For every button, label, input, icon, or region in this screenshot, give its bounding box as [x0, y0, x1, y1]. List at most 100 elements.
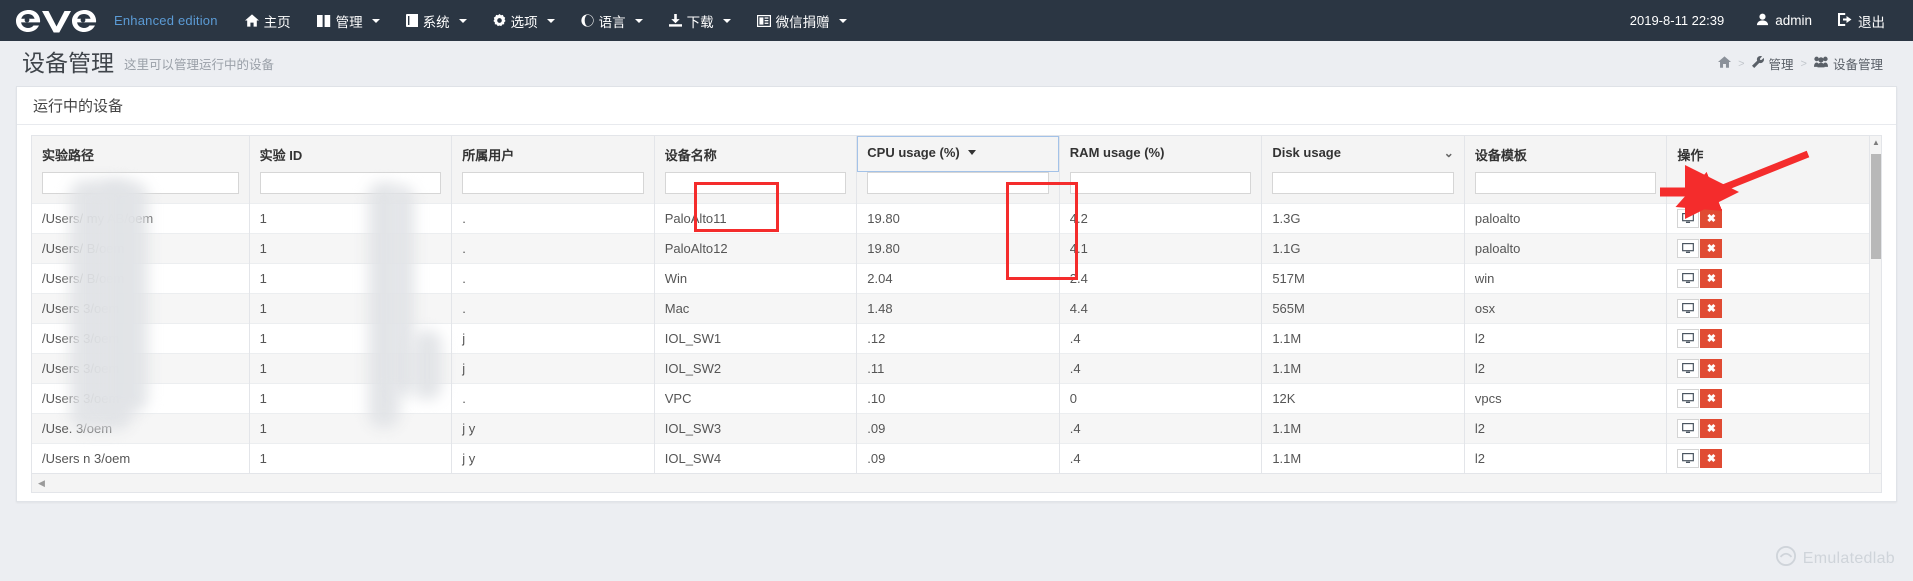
column-header-lab-id[interactable]: 实验 ID — [249, 136, 453, 172]
column-header-disk-usage[interactable]: Disk usage ⌄ — [1261, 136, 1465, 172]
nav-item-options-label: 选项 — [510, 14, 538, 30]
cell-ram: .4 — [1059, 323, 1263, 354]
table-row[interactable]: /Users/ B/oem 1. Win 2.04 2.4 517M win ✖ — [32, 263, 1881, 294]
delete-button[interactable]: ✖ — [1700, 299, 1723, 318]
cell-lab-id: 1 — [249, 323, 453, 354]
filter-input-owner[interactable] — [462, 172, 644, 194]
cell-path: /Users 3/oem — [32, 293, 250, 324]
cell-name: VPC — [654, 383, 858, 414]
table-row[interactable]: /Users/ B/oem 1. PaloAlto12 19.80 4.1 1.1G pal… — [32, 233, 1881, 264]
breadcrumb-item-home[interactable] — [1718, 56, 1732, 71]
filter-input-ram[interactable] — [1069, 172, 1252, 194]
book-icon — [405, 14, 418, 27]
filter-cell-path — [32, 172, 250, 204]
table-row[interactable]: /Users 3/oem 1. Mac 1.48 4.4 565M osx ✖ — [32, 293, 1881, 324]
cell-ram: .4 — [1059, 413, 1263, 444]
monitor-icon — [1682, 333, 1695, 343]
sort-descending-icon — [967, 150, 976, 155]
close-icon: ✖ — [1706, 423, 1716, 435]
column-header-device-template-label: 设备模板 — [1474, 148, 1527, 163]
delete-button[interactable]: ✖ — [1700, 419, 1723, 438]
logout-button[interactable]: 退出 — [1828, 11, 1899, 31]
column-header-path[interactable]: 实验路径 — [32, 136, 250, 172]
eve-logo[interactable] — [0, 0, 108, 41]
delete-button[interactable]: ✖ — [1700, 209, 1723, 228]
nav-item-options[interactable]: 选项 — [480, 0, 568, 41]
cell-actions: ✖ — [1666, 443, 1881, 473]
delete-button[interactable]: ✖ — [1700, 389, 1723, 408]
table-row[interactable]: /Users 3/oem 1 j IOL_SW1.12.4 1.1M l2 ✖ — [32, 323, 1881, 354]
delete-button[interactable]: ✖ — [1700, 329, 1723, 348]
scroll-up-icon[interactable]: ▲ — [1872, 139, 1880, 147]
filter-input-lab-id[interactable] — [259, 172, 442, 194]
delete-button[interactable]: ✖ — [1700, 239, 1723, 258]
user-menu[interactable]: admin — [1740, 13, 1828, 29]
column-header-ram-usage[interactable]: RAM usage (%) — [1059, 136, 1263, 172]
scroll-left-icon[interactable]: ◀ — [38, 478, 45, 489]
breadcrumb-item-management[interactable]: 管理 — [1751, 54, 1794, 73]
clock: 2019-8-11 22:39 — [1629, 13, 1725, 28]
cell-cpu: .11 — [856, 353, 1060, 384]
globe-icon — [581, 14, 594, 27]
vertical-scroll-thumb[interactable] — [1871, 154, 1881, 259]
nav-item-system-label: 系统 — [422, 14, 450, 30]
column-header-cpu-usage-label: CPU usage (%) — [867, 145, 960, 160]
filter-input-device-name[interactable] — [664, 172, 847, 194]
grid-icon — [316, 14, 331, 27]
console-button[interactable] — [1677, 269, 1700, 288]
cell-cpu: .09 — [856, 443, 1060, 473]
delete-button[interactable]: ✖ — [1700, 269, 1723, 288]
cell-ram: 2.4 — [1059, 263, 1263, 294]
console-button[interactable] — [1677, 389, 1700, 408]
cell-path: /Users 3/oem — [32, 323, 250, 354]
delete-button[interactable]: ✖ — [1700, 449, 1723, 468]
console-button[interactable] — [1677, 329, 1700, 348]
filter-input-path[interactable] — [42, 172, 239, 194]
nav-item-management[interactable]: 管理 — [304, 0, 393, 41]
cell-cpu: .09 — [856, 413, 1060, 444]
console-button[interactable] — [1677, 359, 1700, 378]
logout-label: 退出 — [1858, 14, 1885, 30]
nav-item-language[interactable]: 语言 — [568, 0, 656, 41]
breadcrumb-item-device-management-label: 设备管理 — [1832, 58, 1883, 72]
console-button[interactable] — [1677, 299, 1700, 318]
table-row[interactable]: /Users 3/oem 1. VPC .10 0 12K vpcs ✖ — [32, 383, 1881, 414]
table-row[interactable]: /Users 3/oem 1 j IOL_SW2.11.4 1.1M l2 ✖ — [32, 353, 1881, 384]
cell-owner: . — [451, 383, 655, 414]
table-row[interactable]: /Use. 3/oem 1 j y IOL_SW3.09.4 1.1M l2 ✖ — [32, 413, 1881, 444]
column-header-cpu-usage[interactable]: CPU usage (%) — [856, 136, 1060, 172]
console-button[interactable] — [1677, 449, 1700, 468]
column-header-device-name[interactable]: 设备名称 — [654, 136, 858, 172]
nav-item-home[interactable]: 主页 — [232, 0, 304, 41]
nav-item-download[interactable]: 下载 — [656, 0, 744, 41]
column-header-owner[interactable]: 所属用户 — [451, 136, 655, 172]
cell-actions: ✖ — [1666, 203, 1881, 234]
filter-input-cpu[interactable] — [867, 172, 1049, 194]
cell-name: IOL_SW2 — [654, 353, 858, 384]
table-row[interactable]: /Users n 3/oem 1 j y IOL_SW4.09.4 1.1M l2 ✖ — [32, 443, 1881, 473]
cell-ram: 4.2 — [1059, 203, 1263, 234]
filter-input-template[interactable] — [1474, 172, 1657, 194]
console-button[interactable] — [1677, 209, 1700, 228]
delete-button[interactable]: ✖ — [1700, 359, 1723, 378]
console-button[interactable] — [1677, 239, 1700, 258]
nav-item-system[interactable]: 系统 — [393, 0, 480, 41]
close-icon: ✖ — [1706, 393, 1716, 405]
column-header-ram-usage-label: RAM usage (%) — [1069, 145, 1165, 160]
cell-actions: ✖ — [1666, 383, 1881, 414]
monitor-icon — [1682, 243, 1695, 253]
breadcrumb-separator: > — [1738, 57, 1745, 70]
filter-input-disk[interactable] — [1272, 172, 1454, 194]
table-row[interactable]: /Users/ my AB/oem 1. PaloAlto11 19.80 4.2 1.3… — [32, 203, 1881, 234]
filter-cell-disk — [1261, 172, 1465, 204]
table-vertical-scrollbar[interactable]: ▲ — [1869, 136, 1881, 473]
nav-item-wechat-donate[interactable]: 微信捐赠 — [744, 0, 860, 41]
table-horizontal-scrollbar[interactable]: ◀ — [31, 473, 1882, 493]
devices-table: 实验路径 实验 ID 所属用户 设备名称 CPU usage (%) RAM u… — [32, 136, 1881, 473]
console-button[interactable] — [1677, 419, 1700, 438]
column-header-device-template[interactable]: 设备模板 — [1464, 136, 1668, 172]
chevron-down-icon — [722, 18, 731, 23]
close-icon: ✖ — [1706, 303, 1716, 315]
cell-actions: ✖ — [1666, 413, 1881, 444]
cell-lab-id: 1 — [249, 413, 453, 444]
